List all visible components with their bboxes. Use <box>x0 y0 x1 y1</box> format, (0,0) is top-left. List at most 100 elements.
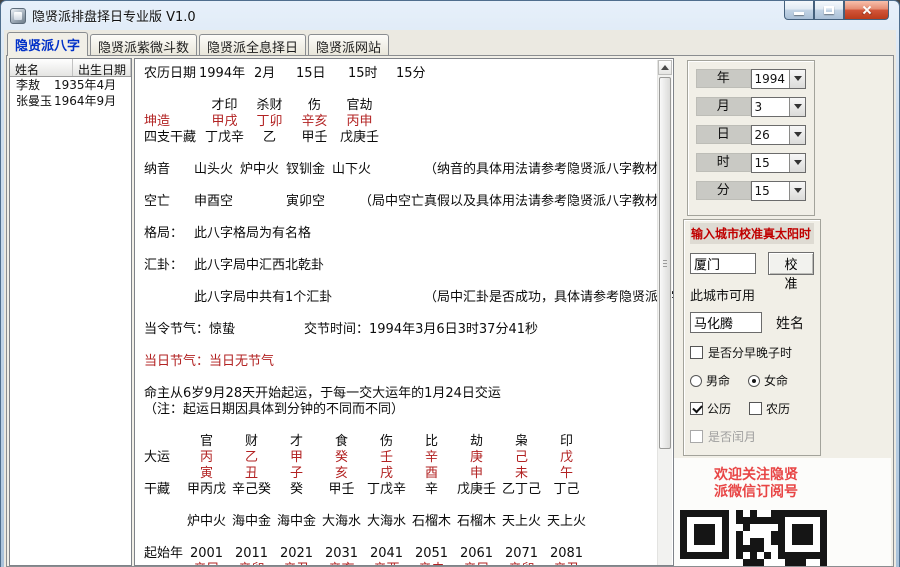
chart-table-cell: 甲 <box>289 450 303 465</box>
chart-text-segment: 炉中火 <box>240 162 280 177</box>
chart-text-segment: （局中空亡真假以及具体用法请参考隐贤派八字教材） <box>359 194 672 209</box>
chart-text-segment: 交节时间：1994年3月6日3时37分41秒 <box>304 322 538 337</box>
chart-text-segment: 此八字格局为有名格 <box>194 226 312 241</box>
name-input[interactable] <box>690 312 762 333</box>
minute-select[interactable]: 15 <box>750 180 806 201</box>
window-controls <box>784 1 889 20</box>
chart-table-cell: 大海水 <box>321 514 361 529</box>
minimize-button[interactable] <box>784 1 814 20</box>
chart-table-cell: 酉 <box>424 466 438 481</box>
chart-table-cell: 2041 <box>369 546 404 561</box>
chart-table-cell: 未 <box>514 466 528 481</box>
chart-table-cell: 癸 <box>334 450 348 465</box>
scrollbar-thumb[interactable] <box>659 77 671 449</box>
chart-table-cell: 辛酉 <box>364 562 409 565</box>
chart-table-cell: 伤 <box>379 434 393 449</box>
name-label: 姓名 <box>776 315 804 332</box>
date-row-month: 月3 <box>696 96 806 117</box>
chart-line: 四支干藏 丁戊辛 乙 甲壬 戊庚壬 <box>144 130 673 146</box>
chart-table-cell: 庚 <box>469 450 483 465</box>
hour-select[interactable]: 15 <box>750 152 806 173</box>
list-cell-birth: 1935年4月 <box>54 78 117 92</box>
leap-month-checkbox <box>690 430 703 443</box>
chart-text-segment: 山下火 <box>332 162 372 177</box>
chart-text-segment: 格局： <box>144 226 184 241</box>
people-list-header: 姓名 出生日期 <box>10 59 131 77</box>
year-select[interactable]: 1994 <box>750 68 806 89</box>
chart-table-cell: 戊 <box>559 450 573 465</box>
tab-bazi[interactable]: 隐贤派八字 <box>7 32 89 56</box>
wechat-text-line1: 欢迎关注隐贤 <box>714 467 798 483</box>
chart-text-segment: 钗钏金 <box>286 162 326 177</box>
chart-text-segment: 15分 <box>396 66 426 81</box>
chart-line: 起始年 2001 2011 2021 2031 2041 2051 2061 2071 2081 <box>144 546 673 562</box>
chart-table-cell: 辛巳 <box>184 562 229 565</box>
chart-text-segment: 山头火 <box>194 162 234 177</box>
chart-text-segment: 纳音 <box>144 162 171 177</box>
chart-table-cell: 财 <box>244 434 258 449</box>
day-dropdown-button[interactable] <box>789 125 805 144</box>
chart-line: 汇卦： 此八字局中汇西北乾卦 <box>144 258 673 274</box>
chart-text: 农历日期 1994年 2月 15日 15时 15分 才印 杀财伤官劫 坤造 甲戌 丁卯 辛亥 丙申 四支干… <box>144 66 673 565</box>
column-header-birth[interactable]: 出生日期 <box>73 59 131 76</box>
chart-text-area: 农历日期 1994年 2月 15日 15时 15分 才印 杀财伤官劫 坤造 甲戌 丁卯 辛亥 丙申 四支干… <box>134 58 674 566</box>
chart-table-cell: 戌 <box>379 466 393 481</box>
chart-gap <box>144 178 673 194</box>
tab-zeri[interactable]: 隐贤派全息择日 <box>199 34 307 56</box>
midnight-checkbox[interactable] <box>690 346 703 359</box>
list-row[interactable]: 张曼玉 1964年9月 <box>10 93 131 109</box>
lunar-calendar-label: 农历 <box>766 402 791 416</box>
month-select[interactable]: 3 <box>750 96 806 117</box>
close-button[interactable] <box>844 1 889 20</box>
tab-website[interactable]: 隐贤派网站 <box>308 34 390 56</box>
solar-time-hint: 输入城市校准真太阳时 <box>690 223 814 244</box>
chart-table-cell: 辛卯 <box>499 562 544 565</box>
male-radio[interactable] <box>690 374 702 387</box>
chart-line: 当令节气：惊蛰 交节时间：1994年3月6日3时37分41秒 <box>144 322 673 338</box>
chart-text-segment: 当令节气：惊蛰 <box>144 322 236 337</box>
chart-table-cell: 印 <box>559 434 573 449</box>
chart-line: 格局： 此八字格局为有名格 <box>144 226 673 242</box>
chart-table-cell: 辛 <box>424 482 438 497</box>
minute-dropdown-button[interactable] <box>789 181 805 200</box>
calibrate-button[interactable]: 校准 <box>768 252 814 292</box>
chart-line: 辛巳辛卯辛丑辛亥辛酉辛未辛巳辛卯辛丑 <box>144 562 673 565</box>
chart-line: 官财才食伤比劫枭印 <box>144 434 673 450</box>
chart-table-cell: 2071 <box>504 546 539 561</box>
maximize-button[interactable] <box>814 1 844 20</box>
hour-dropdown-button[interactable] <box>789 153 805 172</box>
chart-gap <box>144 242 673 258</box>
chevron-down-icon <box>793 76 802 81</box>
midnight-label: 是否分早晚子时 <box>708 346 793 360</box>
female-radio[interactable] <box>748 374 761 387</box>
chart-table-cell: 丁己 <box>553 482 580 497</box>
chart-table-cell: 才 <box>289 434 303 449</box>
chart-table-cell: 2001 <box>189 546 224 561</box>
wechat-footer: 欢迎关注隐贤 派微信订阅号 <box>674 458 891 566</box>
month-dropdown-button[interactable] <box>789 97 805 116</box>
chart-scrollbar[interactable] <box>657 60 672 565</box>
column-header-name[interactable]: 姓名 <box>10 59 73 76</box>
chart-table-cell: 壬 <box>379 450 393 465</box>
chart-table-cell: 才印 <box>211 98 238 113</box>
chart-table-cell: 癸 <box>289 482 303 497</box>
wechat-text-line2: 派微信订阅号 <box>714 484 798 500</box>
day-label: 日 <box>696 125 751 144</box>
minimize-icon <box>794 12 804 15</box>
solar-calendar-checkbox[interactable] <box>690 402 703 415</box>
chart-text-segment: 此八字局中共有1个汇卦 <box>194 290 333 305</box>
list-row[interactable]: 李敖 1935年4月 <box>10 77 131 93</box>
chart-table-cell: 官劫 <box>346 98 373 113</box>
chart-line: 空亡 申酉空 寅卯空 （局中空亡真假以及具体用法请参考隐贤派八字教材） <box>144 194 673 210</box>
chart-table-cell: 戊庚壬 <box>339 130 379 145</box>
app-window: 隐贤派排盘择日专业版 V1.0 隐贤派八字 隐贤派紫微斗数 隐贤派全息择日 隐贤派网站… <box>0 0 900 567</box>
tab-ziwei[interactable]: 隐贤派紫微斗数 <box>90 34 198 56</box>
day-select[interactable]: 26 <box>750 124 806 145</box>
chart-table-cell: 2061 <box>459 546 494 561</box>
lunar-calendar-checkbox[interactable] <box>749 402 763 415</box>
year-dropdown-button[interactable] <box>789 69 805 88</box>
scroll-up-button[interactable] <box>658 60 672 75</box>
chart-text-segment: 空亡 <box>144 194 171 209</box>
chart-text-segment: 汇卦： <box>144 258 184 273</box>
city-input[interactable] <box>690 253 756 274</box>
